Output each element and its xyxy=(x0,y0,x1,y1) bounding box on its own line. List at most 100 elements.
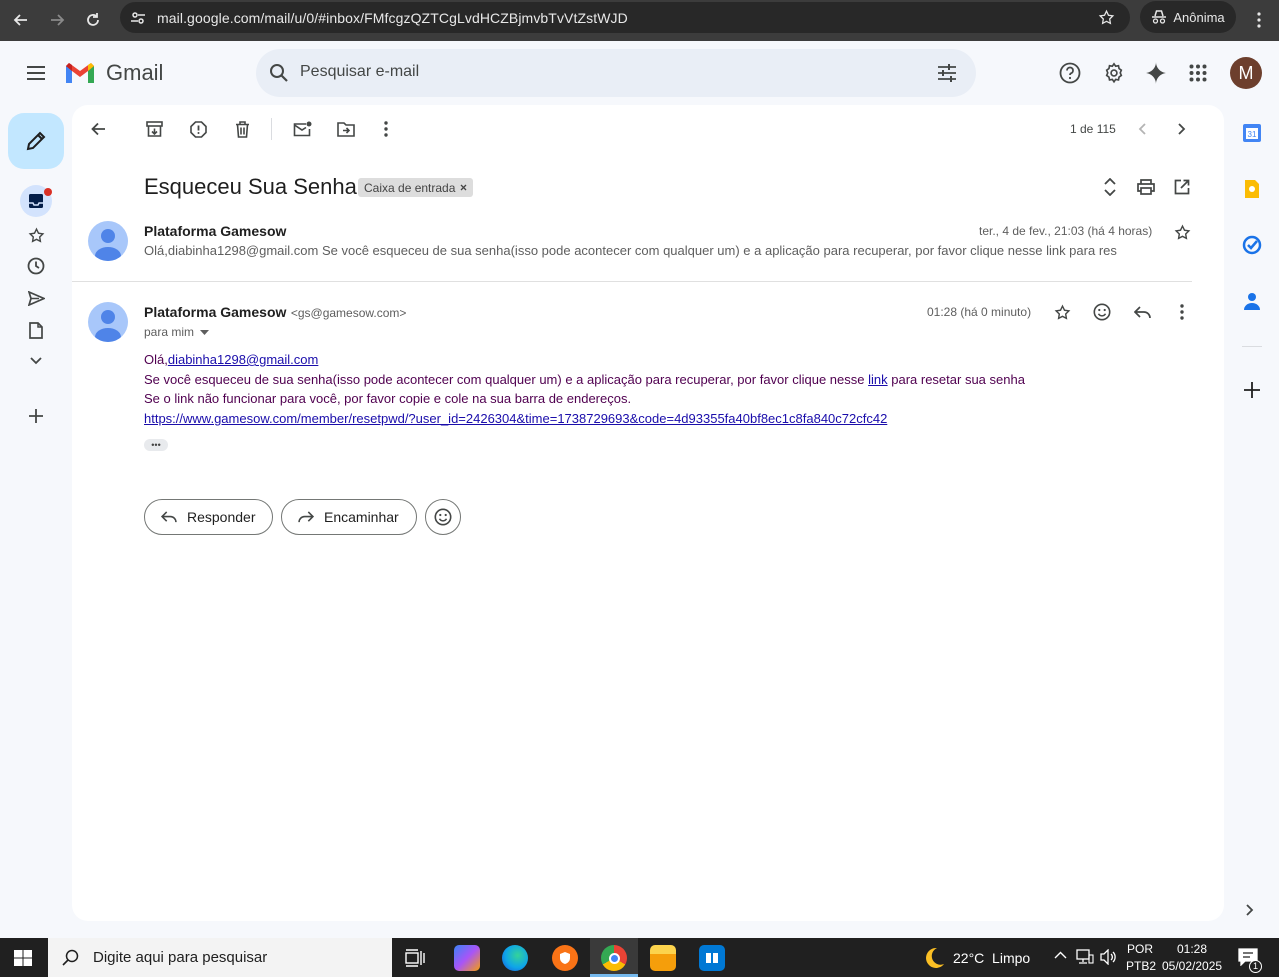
gemini-sparkle-icon[interactable] xyxy=(1142,59,1170,87)
collapsed-sender-name[interactable]: Plataforma Gamesow xyxy=(144,223,286,239)
older-chevron-right-icon[interactable] xyxy=(1170,117,1194,141)
nav-starred-star-icon[interactable] xyxy=(24,223,48,247)
apps-grid-icon[interactable] xyxy=(1184,59,1212,87)
network-icon[interactable] xyxy=(1076,949,1094,965)
volume-icon[interactable] xyxy=(1100,949,1118,965)
nav-more-chevron-down-icon[interactable] xyxy=(24,349,48,373)
delete-trash-icon[interactable] xyxy=(230,117,254,141)
greeting-email-link[interactable]: diabinha1298@gmail.com xyxy=(168,352,319,367)
notification-count-badge: 1 xyxy=(1249,960,1262,973)
reset-link[interactable]: link xyxy=(868,372,888,387)
browser-toolbar: mail.google.com/mail/u/0/#inbox/FMfcgzQZ… xyxy=(0,0,1279,41)
main-menu-icon[interactable] xyxy=(20,57,52,89)
edge-icon[interactable] xyxy=(502,945,528,971)
expand-all-icon[interactable] xyxy=(1098,175,1122,199)
more-options-icon[interactable] xyxy=(374,117,398,141)
svg-text:31: 31 xyxy=(1248,130,1257,139)
calendar-icon[interactable]: 31 xyxy=(1242,123,1262,143)
add-reaction-emoji-icon[interactable] xyxy=(1090,300,1114,324)
newer-chevron-left-icon[interactable] xyxy=(1130,117,1154,141)
expanded-sender-name[interactable]: Plataforma Gamesow xyxy=(144,304,286,320)
show-hidden-icons-chevron-up-icon[interactable] xyxy=(1054,951,1067,959)
copilot-icon[interactable] xyxy=(454,945,480,971)
tasks-icon[interactable] xyxy=(1242,235,1262,255)
input-language-bottom[interactable]: PTB2 xyxy=(1126,959,1156,973)
show-trimmed-content-button[interactable]: ••• xyxy=(144,439,168,451)
open-new-window-icon[interactable] xyxy=(1170,175,1194,199)
address-bar[interactable]: mail.google.com/mail/u/0/#inbox/FMfcgzQZ… xyxy=(120,2,1130,33)
caret-down-icon[interactable] xyxy=(200,329,210,335)
clock-date[interactable]: 05/02/2025 xyxy=(1162,959,1222,973)
help-icon[interactable] xyxy=(1056,59,1084,87)
forward-arrow-icon xyxy=(298,511,314,523)
keep-icon[interactable] xyxy=(1242,179,1262,199)
taskbar-search-box[interactable]: Digite aqui para pesquisar xyxy=(48,938,392,977)
input-language-top[interactable]: POR xyxy=(1127,942,1153,956)
gmail-logo-icon[interactable] xyxy=(64,60,96,85)
store-icon[interactable] xyxy=(699,945,725,971)
forward-button[interactable]: Encaminhar xyxy=(281,499,417,535)
browser-menu-icon[interactable] xyxy=(1244,5,1274,35)
reply-arrow-icon xyxy=(161,511,177,523)
search-options-icon[interactable] xyxy=(937,63,957,83)
report-spam-icon[interactable] xyxy=(186,117,210,141)
reply-button[interactable]: Responder xyxy=(144,499,273,535)
settings-gear-icon[interactable] xyxy=(1100,59,1128,87)
site-settings-icon[interactable] xyxy=(130,10,146,26)
label-chip-text: Caixa de entrada xyxy=(364,180,456,195)
weather-text[interactable]: 22°C Limpo xyxy=(953,950,1030,966)
incognito-badge[interactable]: Anônima xyxy=(1140,1,1236,33)
pencil-icon xyxy=(26,131,46,151)
avast-secure-browser-icon[interactable] xyxy=(552,945,578,971)
task-view-icon[interactable] xyxy=(405,949,425,967)
nav-sent-send-icon[interactable] xyxy=(24,286,48,310)
contacts-icon[interactable] xyxy=(1242,291,1262,311)
move-to-folder-icon[interactable] xyxy=(334,117,358,141)
rail-divider xyxy=(1242,346,1262,347)
mark-unread-icon[interactable] xyxy=(290,117,314,141)
chrome-icon[interactable] xyxy=(601,945,627,971)
file-explorer-icon[interactable] xyxy=(650,945,676,971)
emoji-react-button[interactable] xyxy=(425,499,461,535)
remove-label-close-icon[interactable] xyxy=(460,184,467,191)
nav-new-label-plus-icon[interactable] xyxy=(24,404,48,428)
expanded-time: 01:28 (há 0 minuto) xyxy=(927,305,1032,319)
nav-drafts-file-icon[interactable] xyxy=(24,318,48,342)
expanded-star-icon[interactable] xyxy=(1050,300,1074,324)
reload-icon[interactable] xyxy=(78,5,108,35)
show-side-panel-chevron-right-icon[interactable] xyxy=(1246,904,1254,916)
compose-button[interactable] xyxy=(8,113,64,169)
search-input[interactable]: Pesquisar e-mail xyxy=(300,63,419,81)
collapsed-snippet[interactable]: Olá,diabinha1298@gmail.com Se você esque… xyxy=(144,243,1119,258)
inbox-label-chip[interactable]: Caixa de entrada xyxy=(358,178,474,197)
nav-snoozed-clock-icon[interactable] xyxy=(24,254,48,278)
reply-icon[interactable] xyxy=(1130,300,1154,324)
weather-moon-icon[interactable] xyxy=(922,946,946,970)
body-greeting: Olá,diabinha1298@gmail.com xyxy=(144,352,318,367)
expanded-sender-line: Plataforma Gamesow <gs@gamesow.com> xyxy=(144,304,406,322)
inbox-icon xyxy=(29,194,43,208)
search-icon xyxy=(62,949,79,966)
clock-time[interactable]: 01:28 xyxy=(1177,942,1207,956)
body-line-2: Se o link não funcionar para você, por f… xyxy=(144,391,632,406)
recipient-details[interactable]: para mim xyxy=(144,325,210,339)
message-divider xyxy=(72,281,1192,282)
account-avatar[interactable]: M xyxy=(1230,57,1262,89)
get-addons-plus-icon[interactable] xyxy=(1244,382,1260,398)
greeting-text: Olá, xyxy=(144,352,168,367)
message-more-icon[interactable] xyxy=(1170,300,1194,324)
archive-icon[interactable] xyxy=(142,117,166,141)
print-icon[interactable] xyxy=(1134,175,1158,199)
reset-url-link[interactable]: https://www.gamesow.com/member/resetpwd/… xyxy=(144,411,887,426)
search-icon[interactable] xyxy=(269,63,289,83)
forward-arrow-icon[interactable] xyxy=(42,5,72,35)
bookmark-star-icon[interactable] xyxy=(1098,9,1115,26)
unread-dot xyxy=(44,188,52,196)
windows-start-icon[interactable] xyxy=(14,950,32,966)
search-bar[interactable]: Pesquisar e-mail xyxy=(256,49,976,97)
back-arrow-icon[interactable] xyxy=(6,5,36,35)
sender-avatar xyxy=(88,221,128,261)
collapsed-star-icon[interactable] xyxy=(1170,220,1194,244)
forward-button-label: Encaminhar xyxy=(324,509,399,525)
back-to-inbox-arrow-icon[interactable] xyxy=(86,117,110,141)
